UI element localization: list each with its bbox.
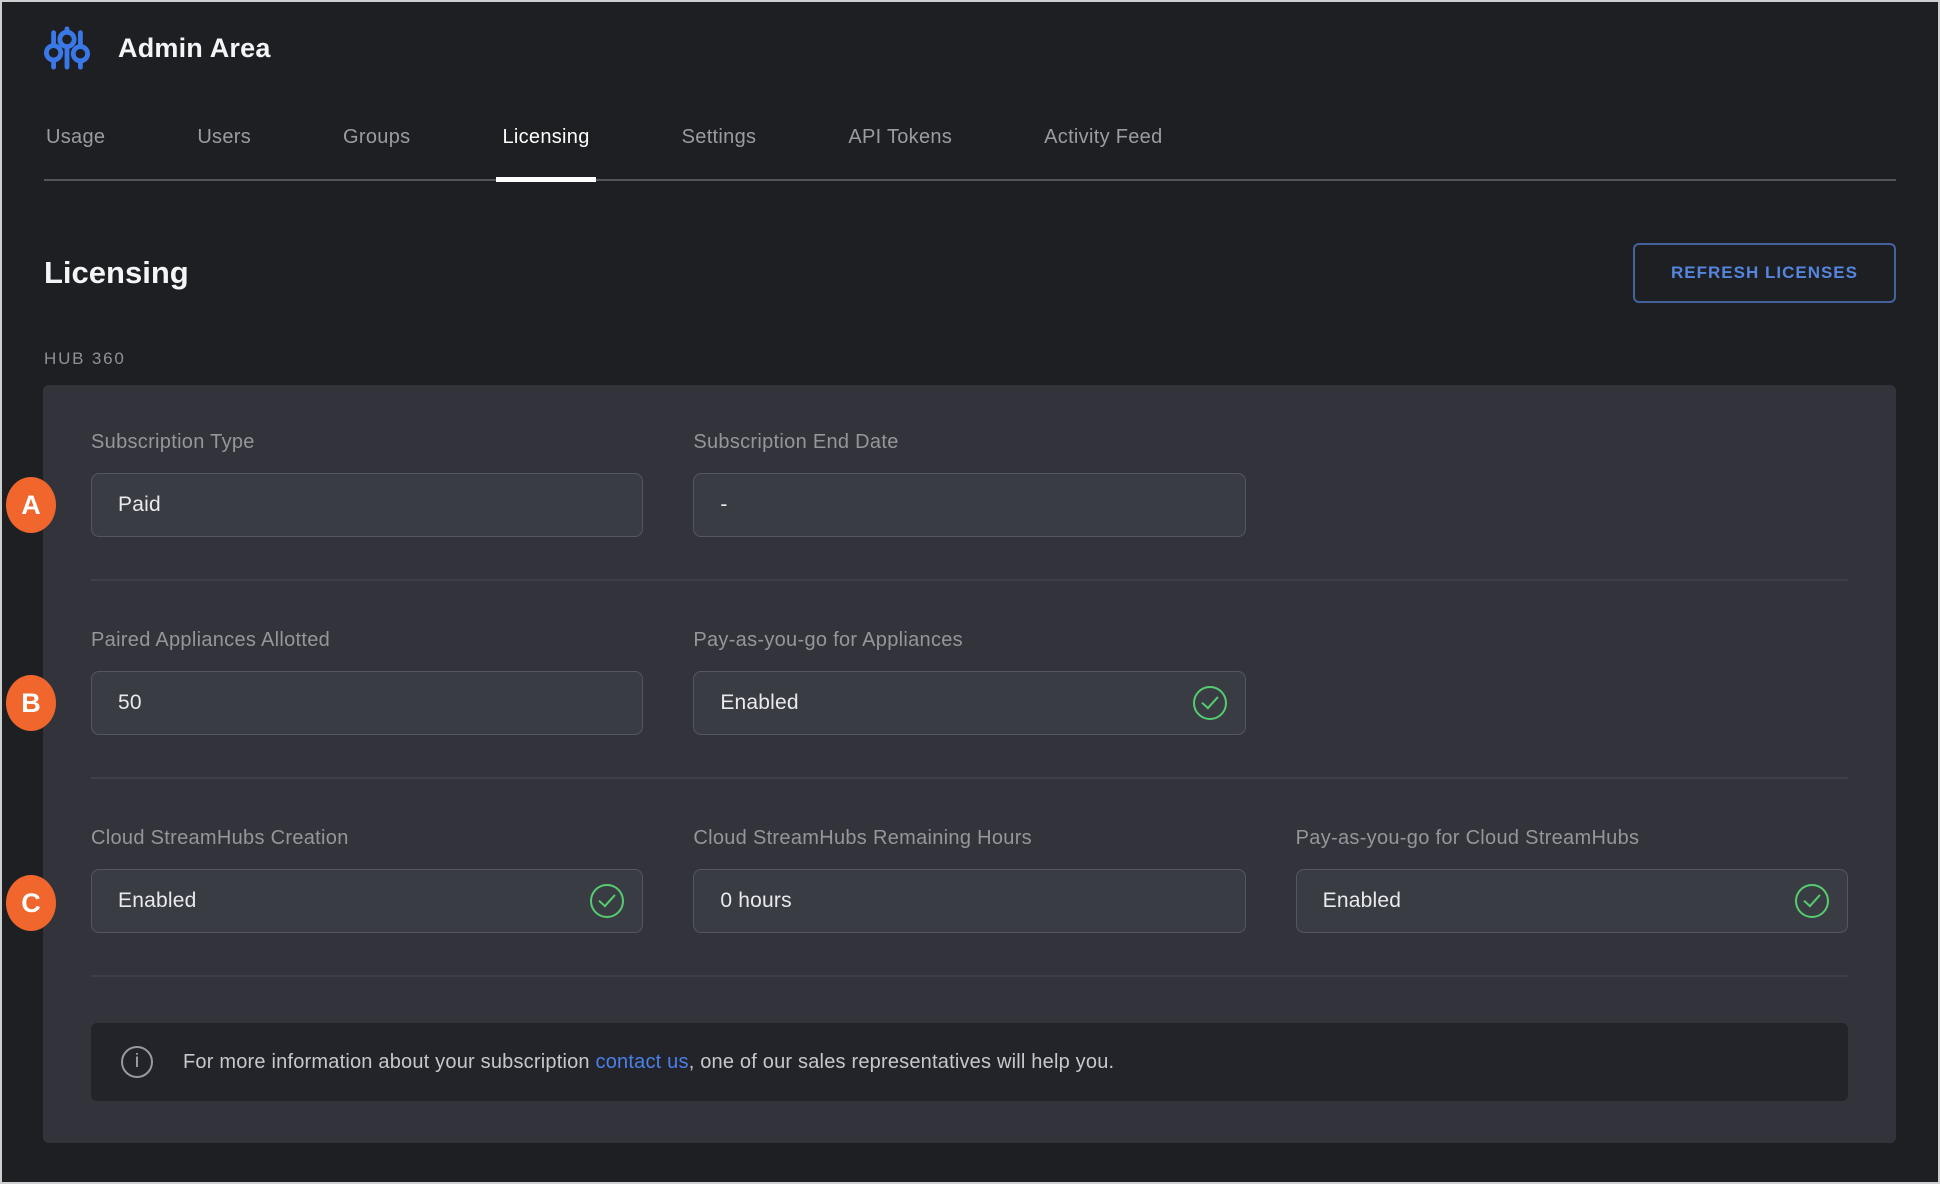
app-header: Admin Area bbox=[2, 2, 1938, 94]
sliders-icon bbox=[44, 24, 90, 72]
licensing-card: Subscription Type Paid Subscription End … bbox=[43, 385, 1896, 1143]
row-divider bbox=[91, 579, 1848, 581]
annotation-marker-a: A bbox=[6, 477, 56, 533]
field-value: Enabled bbox=[1323, 889, 1401, 913]
tab-users[interactable]: Users bbox=[195, 94, 253, 179]
tab-usage[interactable]: Usage bbox=[44, 94, 107, 179]
field-value: Enabled bbox=[118, 889, 196, 913]
tab-licensing[interactable]: Licensing bbox=[500, 94, 591, 179]
field-label: Pay-as-you-go for Cloud StreamHubs bbox=[1296, 825, 1848, 851]
tab-bar: Usage Users Groups Licensing Settings AP… bbox=[44, 94, 1896, 181]
contact-us-link[interactable]: contact us bbox=[596, 1051, 689, 1073]
field-value: 50 bbox=[118, 691, 142, 715]
page-heading-row: Licensing REFRESH LICENSES bbox=[44, 181, 1896, 303]
field-paired-appliances-allotted: Paired Appliances Allotted 50 bbox=[91, 627, 643, 735]
field-label: Paired Appliances Allotted bbox=[91, 627, 643, 653]
field-subscription-type: Subscription Type Paid bbox=[91, 429, 643, 537]
subscription-info-banner: i For more information about your subscr… bbox=[91, 1023, 1848, 1101]
enabled-check-icon bbox=[590, 884, 624, 918]
field-label: Subscription End Date bbox=[693, 429, 1245, 455]
field-row-subscription: Subscription Type Paid Subscription End … bbox=[91, 429, 1848, 579]
field-row-appliances: Paired Appliances Allotted 50 Pay-as-you… bbox=[91, 627, 1848, 777]
tab-activity-feed[interactable]: Activity Feed bbox=[1042, 94, 1164, 179]
section-label-hub360: HUB 360 bbox=[44, 349, 1896, 369]
refresh-licenses-button[interactable]: REFRESH LICENSES bbox=[1633, 243, 1896, 303]
app-title: Admin Area bbox=[118, 33, 271, 64]
page-title: Licensing bbox=[44, 255, 189, 291]
enabled-check-icon bbox=[1193, 686, 1227, 720]
field-cloud-streamhubs-remaining-hours: Cloud StreamHubs Remaining Hours 0 hours bbox=[693, 825, 1245, 933]
field-label: Cloud StreamHubs Creation bbox=[91, 825, 643, 851]
annotation-marker-b: B bbox=[6, 675, 56, 731]
annotation-marker-c: C bbox=[6, 875, 56, 931]
banner-text-before: For more information about your subscrip… bbox=[183, 1051, 596, 1073]
tab-api-tokens[interactable]: API Tokens bbox=[846, 94, 954, 179]
payg-appliances-field[interactable]: Enabled bbox=[693, 671, 1245, 735]
cloud-streamhubs-remaining-hours-field[interactable]: 0 hours bbox=[693, 869, 1245, 933]
field-payg-cloud-streamhubs: Pay-as-you-go for Cloud StreamHubs Enabl… bbox=[1296, 825, 1848, 933]
field-value: 0 hours bbox=[720, 889, 791, 913]
banner-text: For more information about your subscrip… bbox=[183, 1051, 1114, 1074]
field-cloud-streamhubs-creation: Cloud StreamHubs Creation Enabled bbox=[91, 825, 643, 933]
field-subscription-end-date: Subscription End Date - bbox=[693, 429, 1245, 537]
field-label: Cloud StreamHubs Remaining Hours bbox=[693, 825, 1245, 851]
field-label: Pay-as-you-go for Appliances bbox=[693, 627, 1245, 653]
info-icon: i bbox=[121, 1046, 153, 1078]
row-divider bbox=[91, 777, 1848, 779]
paired-appliances-allotted-field[interactable]: 50 bbox=[91, 671, 643, 735]
field-payg-appliances: Pay-as-you-go for Appliances Enabled bbox=[693, 627, 1245, 735]
tab-settings[interactable]: Settings bbox=[680, 94, 759, 179]
cloud-streamhubs-creation-field[interactable]: Enabled bbox=[91, 869, 643, 933]
row-divider bbox=[91, 975, 1848, 977]
enabled-check-icon bbox=[1795, 884, 1829, 918]
subscription-end-date-field[interactable]: - bbox=[693, 473, 1245, 537]
tab-groups[interactable]: Groups bbox=[341, 94, 412, 179]
field-value: Enabled bbox=[720, 691, 798, 715]
field-value: - bbox=[720, 493, 727, 517]
field-value: Paid bbox=[118, 493, 161, 517]
field-label: Subscription Type bbox=[91, 429, 643, 455]
field-row-cloud-streamhubs: Cloud StreamHubs Creation Enabled Cloud … bbox=[91, 825, 1848, 975]
payg-cloud-streamhubs-field[interactable]: Enabled bbox=[1296, 869, 1848, 933]
subscription-type-field[interactable]: Paid bbox=[91, 473, 643, 537]
banner-text-after: , one of our sales representatives will … bbox=[689, 1051, 1115, 1073]
